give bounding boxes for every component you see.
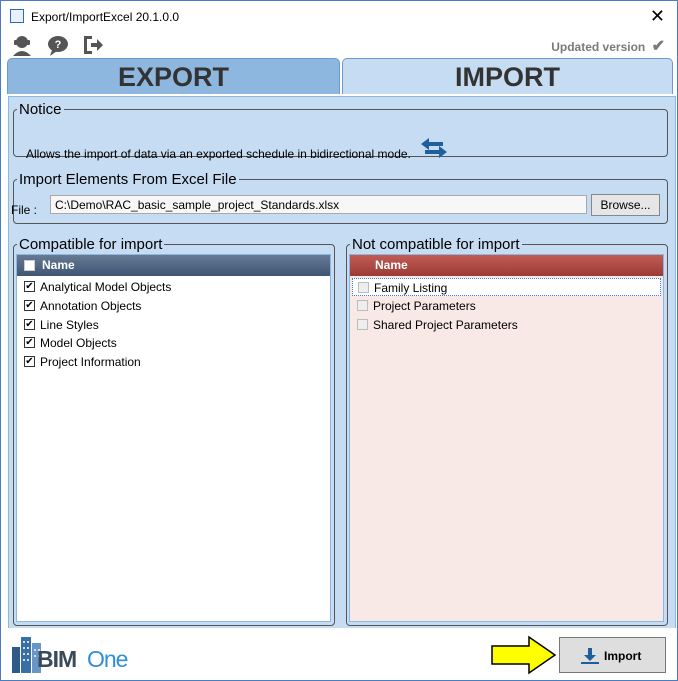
list-item-label: Model Objects bbox=[40, 336, 117, 350]
item-checkbox bbox=[357, 319, 368, 330]
not-compatible-legend: Not compatible for import bbox=[352, 236, 520, 253]
download-icon bbox=[581, 648, 599, 664]
file-label: File : bbox=[11, 203, 38, 217]
list-item[interactable]: ✔ Line Styles bbox=[17, 316, 330, 334]
support-agent-icon[interactable] bbox=[10, 33, 34, 57]
list-item[interactable]: ✔ Analytical Model Objects bbox=[17, 278, 330, 296]
import-button-label: Import bbox=[604, 649, 642, 663]
item-checkbox bbox=[358, 282, 369, 293]
item-checkbox[interactable]: ✔ bbox=[24, 337, 35, 348]
help-chat-icon[interactable]: ? bbox=[46, 33, 70, 57]
browse-button[interactable]: Browse... bbox=[591, 194, 660, 216]
tab-export[interactable]: EXPORT bbox=[7, 58, 340, 94]
title-bar: Export/ImportExcel 20.1.0.0 ✕ bbox=[1, 1, 677, 31]
import-file-legend: Import Elements From Excel File bbox=[19, 171, 237, 188]
select-all-checkbox[interactable] bbox=[24, 260, 35, 271]
list-item[interactable]: Family Listing bbox=[352, 278, 661, 296]
list-item-label: Line Styles bbox=[40, 318, 99, 332]
app-window: Export/ImportExcel 20.1.0.0 ✕ ? Updated … bbox=[0, 0, 678, 681]
close-button[interactable]: ✕ bbox=[650, 6, 665, 26]
list-item-label: Annotation Objects bbox=[40, 299, 142, 313]
list-item[interactable]: Shared Project Parameters bbox=[350, 316, 663, 334]
import-button[interactable]: Import bbox=[559, 637, 666, 673]
bidirectional-arrows-icon bbox=[421, 138, 447, 158]
notice-text: Allows the import of data via an exporte… bbox=[26, 147, 411, 161]
list-item-label: Project Parameters bbox=[373, 299, 476, 313]
compatible-list-header: Name bbox=[17, 255, 330, 276]
list-item-label: Analytical Model Objects bbox=[40, 280, 172, 294]
item-checkbox[interactable]: ✔ bbox=[24, 300, 35, 311]
pointer-arrow-icon bbox=[491, 635, 557, 675]
notice-legend: Notice bbox=[19, 101, 62, 118]
compatible-name-column: Name bbox=[42, 258, 75, 272]
item-checkbox bbox=[357, 300, 368, 311]
not-compatible-list-header: Name bbox=[350, 255, 663, 276]
updated-version-label: Updated version bbox=[551, 40, 646, 54]
bimone-logo: BIM One bbox=[11, 633, 128, 673]
not-compatible-name-column: Name bbox=[375, 258, 408, 272]
list-item-label: Shared Project Parameters bbox=[373, 318, 518, 332]
file-path-field[interactable] bbox=[50, 195, 587, 214]
list-item[interactable]: ✔ Model Objects bbox=[17, 334, 330, 352]
compatible-list[interactable]: Name ✔ Analytical Model Objects ✔ Annota… bbox=[16, 254, 331, 622]
notice-group: Notice Allows the import of data via an … bbox=[13, 101, 668, 161]
toolbar: ? Updated version ✔ bbox=[1, 31, 677, 59]
tab-import[interactable]: IMPORT bbox=[342, 58, 673, 94]
window-title: Export/ImportExcel 20.1.0.0 bbox=[31, 10, 180, 24]
app-icon bbox=[10, 9, 24, 23]
logo-text-one: One bbox=[87, 646, 128, 672]
tab-strip: EXPORT IMPORT bbox=[7, 58, 674, 96]
item-checkbox[interactable]: ✔ bbox=[24, 319, 35, 330]
updated-version-status: Updated version ✔ bbox=[551, 36, 665, 56]
item-checkbox[interactable]: ✔ bbox=[24, 281, 35, 292]
checkmark-icon: ✔ bbox=[651, 38, 665, 55]
exit-icon[interactable] bbox=[81, 33, 105, 57]
list-item[interactable]: Project Parameters bbox=[350, 297, 663, 315]
logo-text-bim: BIM bbox=[37, 646, 77, 672]
list-item-label: Family Listing bbox=[374, 281, 448, 295]
list-item[interactable]: ✔ Annotation Objects bbox=[17, 297, 330, 315]
not-compatible-list[interactable]: Name Family Listing Project Parameters S… bbox=[349, 254, 664, 622]
compatible-legend: Compatible for import bbox=[19, 236, 163, 253]
svg-text:?: ? bbox=[55, 39, 62, 51]
item-checkbox[interactable]: ✔ bbox=[24, 356, 35, 367]
list-item[interactable]: ✔ Project Information bbox=[17, 353, 330, 371]
list-item-label: Project Information bbox=[40, 355, 141, 369]
